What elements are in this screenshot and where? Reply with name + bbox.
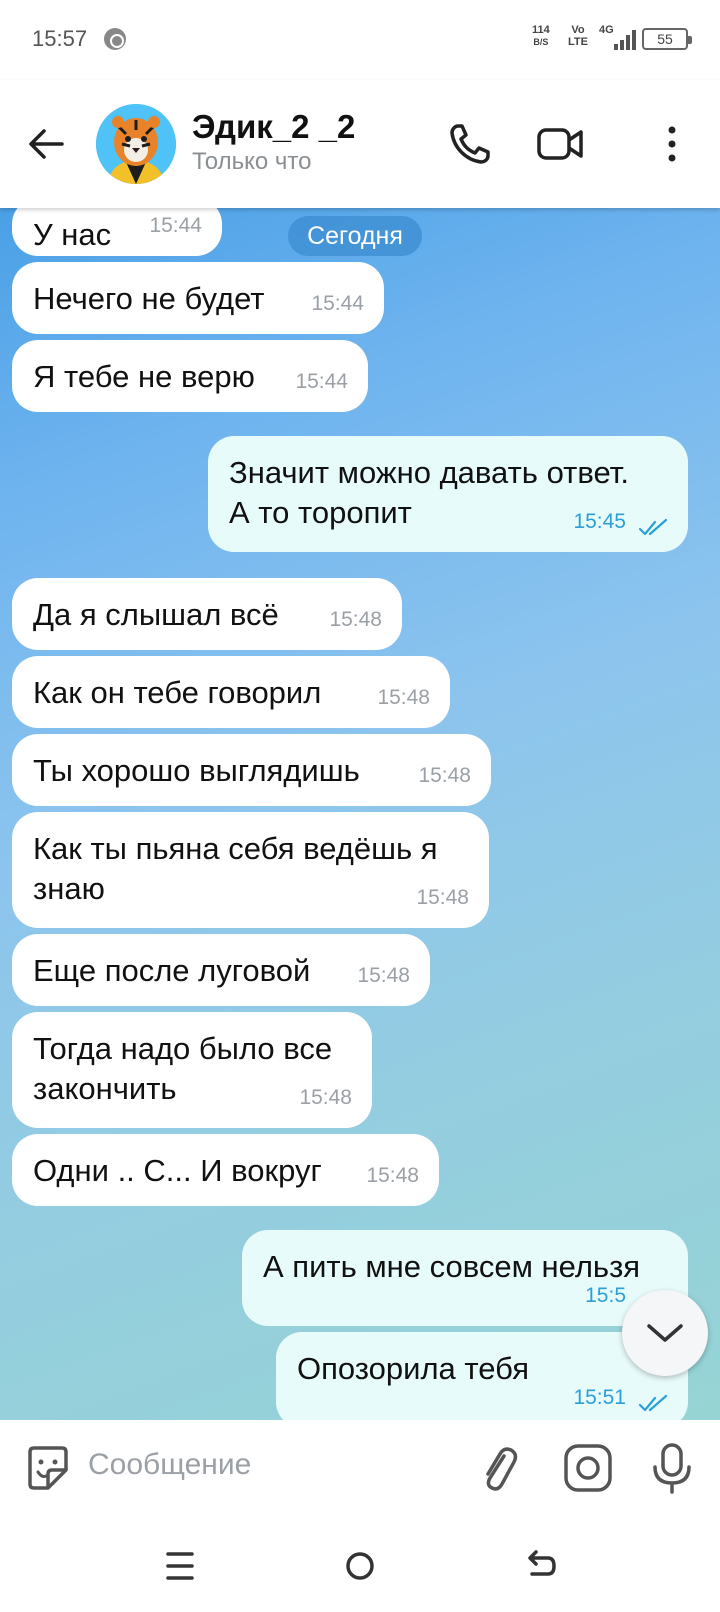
- message-line: Я тебе не верю: [33, 359, 255, 394]
- message-time: 15:44: [311, 292, 364, 315]
- message-line: Значит можно давать ответ.: [229, 455, 630, 490]
- message-text: Тогда надо было все закончить: [33, 1029, 332, 1109]
- back-button[interactable]: [22, 120, 70, 168]
- incoming-message[interactable]: Ты хорошо выглядишь 15:48: [12, 734, 491, 806]
- home-button[interactable]: [340, 1546, 380, 1586]
- message-time: 15:44: [295, 370, 348, 393]
- message-time: 15:48: [299, 1086, 352, 1109]
- microphone-icon: [653, 1443, 691, 1494]
- incoming-message[interactable]: Как он тебе говорил 15:48: [12, 656, 450, 728]
- message-text: Опозорила тебя: [297, 1349, 529, 1389]
- message-time: 15:48: [357, 964, 410, 987]
- message-text: Значит можно давать ответ. А то торопит: [229, 453, 629, 533]
- message-time: 15:48: [416, 886, 469, 909]
- message-line: Как ты пьяна себя ведёшь я: [33, 831, 438, 866]
- message-input[interactable]: Сообщение: [88, 1448, 251, 1482]
- battery-icon: 55: [642, 28, 692, 50]
- message-line: Еще после луговой: [33, 953, 311, 988]
- recents-button[interactable]: [160, 1546, 200, 1586]
- message-line: Опозорила тебя: [297, 1351, 530, 1386]
- message-line: Тогда надо было все: [33, 1031, 333, 1066]
- paperclip-icon: [486, 1447, 518, 1491]
- message-time: 15:48: [366, 1164, 419, 1187]
- attach-button[interactable]: [470, 1440, 526, 1496]
- message-time: 15:5: [585, 1284, 626, 1307]
- incoming-message[interactable]: Одни .. С... И вокруг 15:48: [12, 1134, 439, 1206]
- chevron-down-icon: [647, 1324, 683, 1342]
- message-line: Как он тебе говорил: [33, 675, 322, 710]
- message-time: 15:48: [377, 686, 430, 709]
- incoming-message[interactable]: Нечего не будет 15:44: [12, 262, 384, 334]
- contact-name[interactable]: Эдик_2 _2: [192, 108, 355, 146]
- incoming-message[interactable]: Тогда надо было все закончить 15:48: [12, 1012, 372, 1128]
- message-time: 15:45: [573, 510, 626, 533]
- network-type: 4G: [599, 24, 614, 36]
- message-text: У нас: [33, 215, 111, 255]
- video-call-button[interactable]: [532, 116, 588, 172]
- message-line: Нечего не будет: [33, 281, 265, 316]
- message-line: А то торопит: [229, 495, 412, 530]
- message-line: знаю: [33, 871, 105, 906]
- volte-indicator: Vo LTE: [568, 24, 588, 48]
- message-text: Да я слышал всё: [33, 595, 279, 635]
- message-time: 15:51: [573, 1386, 626, 1409]
- battery-level: 55: [657, 31, 673, 47]
- message-time: 15:48: [329, 608, 382, 631]
- message-time: 15:48: [418, 764, 471, 787]
- sticker-icon: [28, 1446, 68, 1490]
- message-text: Как он тебе говорил: [33, 673, 321, 713]
- date-separator: Сегодня: [288, 216, 422, 256]
- incoming-message[interactable]: Я тебе не верю 15:44: [12, 340, 368, 412]
- incoming-message[interactable]: Как ты пьяна себя ведёшь я знаю 15:48: [12, 812, 489, 928]
- net-speed: 114 B/S: [532, 24, 550, 47]
- message-list[interactable]: Сегодня У нас 15:44 Нечего не будет 15:44 Я …: [0, 208, 720, 1420]
- status-time: 15:57: [32, 26, 88, 51]
- message-text: А пить мне совсем нельзя: [263, 1247, 640, 1287]
- menu-icon: [166, 1552, 194, 1580]
- tiger-avatar-icon: [96, 104, 176, 184]
- more-vertical-icon: [668, 126, 676, 162]
- camera-button[interactable]: [560, 1440, 616, 1496]
- more-options-button[interactable]: [644, 116, 700, 172]
- message-line: Ты хорошо выглядишь: [33, 753, 360, 788]
- message-composer: Сообщение: [0, 1420, 720, 1516]
- message-line: А пить мне совсем нельзя: [263, 1249, 641, 1284]
- message-time: 15:44: [149, 214, 202, 237]
- return-arrow-icon: [528, 1550, 556, 1576]
- avatar[interactable]: [96, 104, 176, 184]
- video-camera-icon: [537, 128, 583, 160]
- voice-message-button[interactable]: [644, 1440, 700, 1496]
- camera-icon: [564, 1444, 612, 1492]
- outgoing-message[interactable]: Значит можно давать ответ. А то торопит 15…: [208, 436, 688, 552]
- incoming-message[interactable]: У нас 15:44: [12, 208, 222, 256]
- message-line: закончить: [33, 1071, 177, 1106]
- read-checkmarks-icon: [638, 1394, 668, 1412]
- home-circle-icon: [346, 1552, 374, 1580]
- message-text: Я тебе не верю: [33, 357, 255, 397]
- arrow-left-icon: [29, 129, 64, 159]
- status-bar: 15:57 114 B/S Vo LTE 4G 55: [0, 0, 720, 80]
- incoming-message[interactable]: Еще после луговой 15:48: [12, 934, 430, 1006]
- message-text: Ты хорошо выглядишь: [33, 751, 360, 791]
- message-text: Одни .. С... И вокруг: [33, 1151, 322, 1191]
- scroll-down-button[interactable]: [622, 1290, 708, 1376]
- message-text: Нечего не будет: [33, 279, 265, 319]
- message-text: Еще после луговой: [33, 951, 310, 991]
- system-back-button[interactable]: [520, 1546, 560, 1586]
- sticker-button[interactable]: [20, 1440, 76, 1496]
- phone-icon: [450, 124, 490, 164]
- read-checkmarks-icon: [638, 518, 668, 536]
- vpn-icon: [104, 28, 126, 50]
- chat-header: Эдик_2 _2 Только что: [0, 80, 720, 208]
- system-nav-bar: [0, 1516, 720, 1612]
- contact-status: Только что: [192, 148, 312, 175]
- message-line: Да я слышал всё: [33, 597, 279, 632]
- signal-icon: [614, 28, 638, 50]
- message-line: Одни .. С... И вокруг: [33, 1153, 322, 1188]
- incoming-message[interactable]: Да я слышал всё 15:48: [12, 578, 402, 650]
- call-button[interactable]: [442, 116, 498, 172]
- message-text: Как ты пьяна себя ведёшь я знаю: [33, 829, 438, 909]
- message-line: У нас: [33, 217, 112, 252]
